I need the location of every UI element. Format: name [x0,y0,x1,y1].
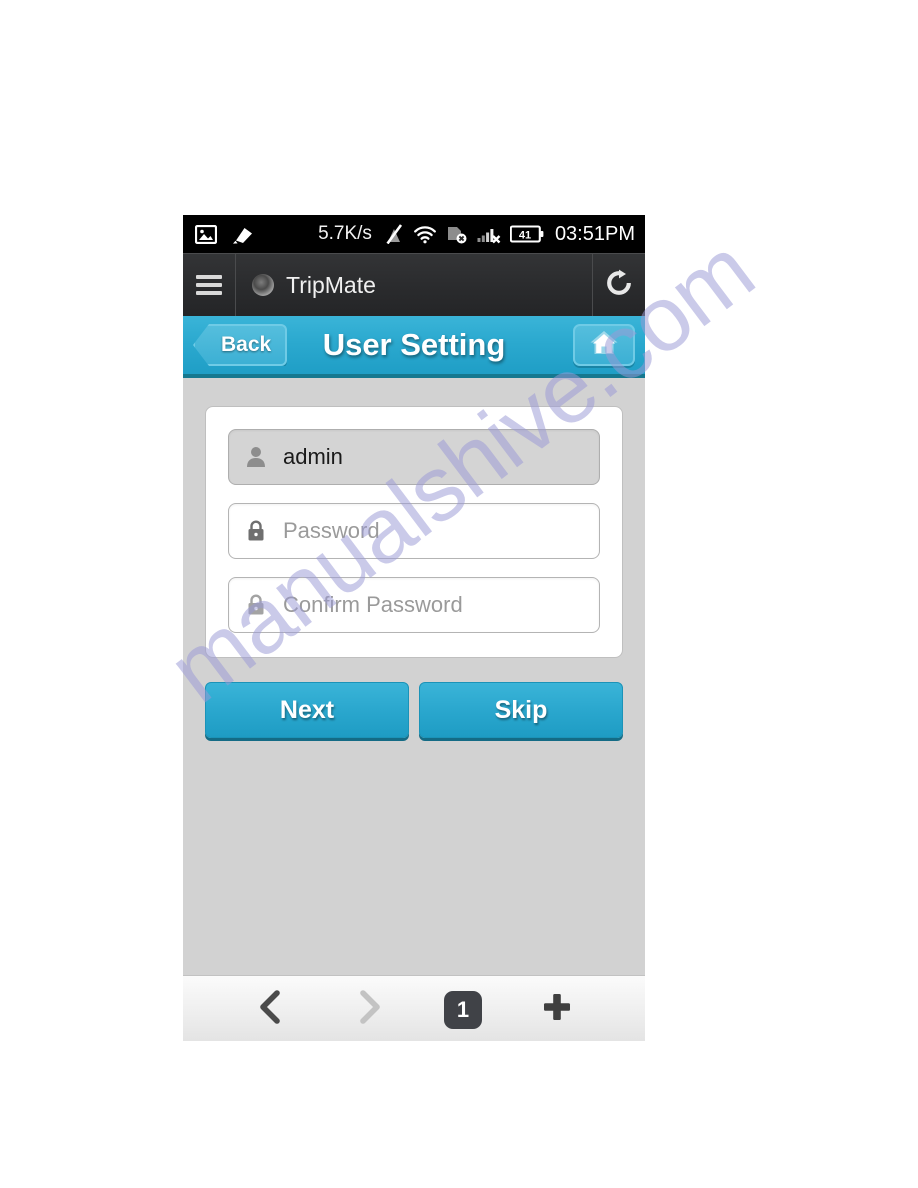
android-status-bar: 5.7K/s 41 03:51PM [183,215,645,253]
back-button[interactable]: Back [193,324,288,366]
home-icon [589,329,619,361]
hamburger-menu-icon [196,271,222,299]
browser-title-bar[interactable]: TripMate [236,254,592,316]
mute-icon [385,224,404,244]
user-icon [245,446,267,468]
tripmate-favicon [252,274,274,296]
lock-icon [245,520,267,542]
svg-text:41: 41 [519,230,531,242]
browser-back-button[interactable] [248,987,294,1033]
browser-forward-button[interactable] [346,987,392,1033]
refresh-icon [605,269,633,302]
plus-icon [540,990,574,1029]
page-content: admin Password Confirm Password Next Ski… [183,378,645,975]
image-icon [195,224,217,244]
browser-bottom-nav: 1 [183,975,645,1041]
wifi-icon [413,225,437,244]
new-tab-button[interactable] [534,987,580,1033]
browser-menu-button[interactable] [183,254,236,316]
password-placeholder: Password [283,518,380,543]
password-field[interactable]: Password [228,503,600,559]
home-button[interactable] [573,324,635,366]
confirm-password-field[interactable]: Confirm Password [228,577,600,633]
sim-disabled-icon [446,224,468,244]
username-field[interactable]: admin [228,429,600,485]
skip-button[interactable]: Skip [419,682,623,738]
next-button[interactable]: Next [205,682,409,738]
signal-no-service-icon [477,225,501,244]
page-header: Back User Setting [183,316,645,378]
chevron-left-icon [256,990,286,1029]
chevron-right-icon [354,990,384,1029]
browser-refresh-button[interactable] [592,254,645,316]
browser-app-bar: TripMate [183,253,645,316]
screenshot-icon [231,224,255,245]
status-bar-clock: 03:51PM [554,222,635,245]
lock-icon [245,594,267,616]
tab-count-badge[interactable]: 1 [444,990,482,1029]
confirm-password-placeholder: Confirm Password [283,592,463,617]
username-value: admin [283,444,343,469]
phone-screenshot: 5.7K/s 41 03:51PM TripMate Back User Set… [183,215,645,1041]
back-button-label: Back [221,333,272,356]
form-actions: Next Skip [205,682,623,738]
user-setting-form: admin Password Confirm Password [205,406,623,658]
network-speed-text: 5.7K/s [318,223,372,244]
browser-page-title: TripMate [286,271,376,298]
battery-icon: 41 [509,224,544,244]
